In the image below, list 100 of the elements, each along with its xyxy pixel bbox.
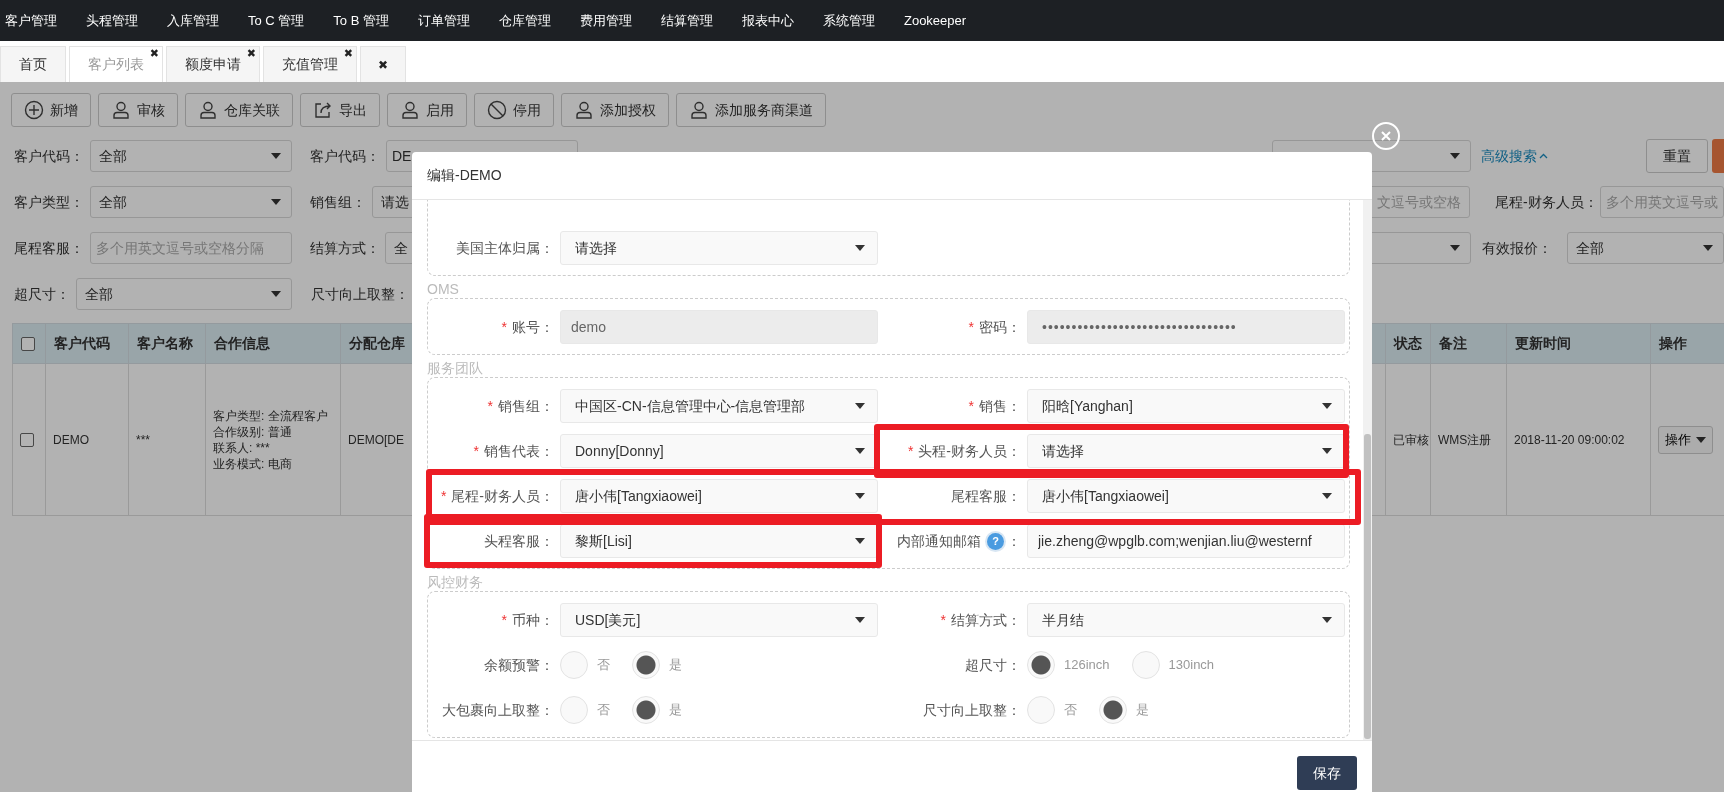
table-cell: 2018-11-20 09:00:02 [1514,432,1625,447]
nav-link[interactable]: 头程管理 [86,10,138,31]
tab[interactable]: 客户列表 ✖ [69,46,163,82]
ban-icon [487,100,507,120]
save-button[interactable]: 保存 [1297,756,1357,790]
radio-button[interactable] [632,696,660,724]
reset-button[interactable]: 重置 [1646,139,1708,173]
chevron-up-icon [1539,153,1548,159]
caret-icon [855,617,865,623]
checkbox[interactable] [21,337,35,352]
field-label: 尺寸向上取整： [922,700,1021,720]
dropdown[interactable]: 黎斯[Lisi] [560,524,878,558]
dropdown[interactable]: 全部 [90,140,292,172]
tab[interactable]: 首页 [0,46,66,82]
radio-button[interactable] [1027,696,1055,724]
person-icon [198,100,218,120]
nav-link[interactable]: 费用管理 [579,10,632,31]
table-cell: *** [136,432,150,447]
close-icon[interactable]: ✖ [343,48,353,59]
radio-button[interactable] [1099,696,1127,724]
table-cell: 已审核 [1393,432,1429,447]
info-line: 客户类型: 全流程客户 [213,407,329,424]
radio-button[interactable] [560,651,588,679]
dropdown[interactable]: 阳晗[Yanghan] [1027,389,1345,423]
table-cell: DEMO[DE [348,432,404,447]
nav-link[interactable]: 报表中心 [741,10,794,31]
radio-button[interactable] [560,696,588,724]
nav-link[interactable]: Zookeeper [903,10,967,31]
option-label: 否 [597,656,610,675]
toolbar-button[interactable]: 停用 [474,93,554,127]
toolbar-button[interactable]: 添加服务商渠道 [676,93,826,127]
dropdown[interactable]: 请选择 [560,231,878,265]
toolbar-button[interactable]: 新增 [11,93,91,127]
nav-link[interactable]: 客户管理 [5,10,57,31]
action-menu-button[interactable]: 操作 [1658,425,1713,454]
table-cell: WMS注册 [1438,432,1492,447]
caret-icon [1322,448,1332,454]
table-cell: DEMO [53,432,89,447]
plus-circle-icon [24,100,44,120]
radio-button[interactable] [1027,651,1055,679]
close-icon[interactable]: ✖ [149,48,159,59]
field-label: * 尾程-财务人员： [439,486,554,506]
column-header: 备注 [1439,335,1467,351]
nav-link[interactable]: To C 管理 [248,10,305,31]
option-label: 否 [597,701,610,720]
text-field[interactable]: 多个用英文逗号或 [1600,186,1724,218]
modal-title: 编辑-DEMO [427,166,502,185]
close-tabs-button[interactable]: ✖ [360,46,407,82]
toolbar-button[interactable]: 审核 [98,93,178,127]
info-line: 联系人: *** [213,439,271,456]
tab[interactable]: 充值管理 ✖ [263,46,357,82]
nav-link[interactable]: 仓库管理 [498,10,551,31]
filter-label: 尾程-财务人员： [1495,192,1599,212]
section-title: OMS [427,280,460,298]
caret-icon [855,403,865,409]
person-icon [574,100,594,120]
tab[interactable]: 额度申请 ✖ [166,46,260,82]
dropdown[interactable]: 半月结 [1027,603,1345,637]
field-label: ： [1007,531,1021,551]
dropdown[interactable]: 全部 [76,278,292,310]
toolbar-button[interactable]: 添加授权 [561,93,669,127]
field-label: * 账号： [500,317,554,337]
nav-link[interactable]: 订单管理 [417,10,470,31]
nav-link[interactable]: 系统管理 [822,10,875,31]
caret-icon [855,448,865,454]
field-label: * 币种： [500,610,554,630]
column-header: 操作 [1659,335,1687,351]
close-icon[interactable] [1371,121,1401,151]
dropdown[interactable]: 全部 [1567,232,1724,264]
column-header: 状态 [1394,335,1422,351]
field-label: 余额预警： [483,655,554,675]
dropdown[interactable]: USD[美元] [560,603,878,637]
close-icon[interactable]: ✖ [246,48,256,59]
toolbar-button[interactable]: 仓库关联 [185,93,293,127]
toolbar-button[interactable]: 导出 [300,93,380,127]
caret-icon [271,153,281,159]
radio-button[interactable] [632,651,660,679]
field-label: * 销售： [967,396,1021,416]
dropdown[interactable]: 唐小伟[Tangxiaowei] [560,479,878,513]
caret-icon [855,538,865,544]
nav-link[interactable]: 结算管理 [660,10,713,31]
field-label: 内部通知邮箱 [897,531,981,551]
nav-link[interactable]: 入库管理 [167,10,219,31]
text-field[interactable]: jie.zheng@wpglb.com;wenjian.liu@westernf [1027,524,1345,558]
toolbar-button[interactable]: 启用 [387,93,467,127]
radio-button[interactable] [1131,651,1160,679]
dropdown[interactable]: 请选择 [1027,434,1345,468]
text-field[interactable]: 多个用英文逗号或空格分隔 [90,232,292,264]
dropdown[interactable]: 中国区-CN-信息管理中心-信息管理部 [560,389,878,423]
scrollbar-thumb[interactable] [1364,434,1371,739]
section-title: 风控财务 [427,573,484,591]
checkbox[interactable] [20,433,34,448]
info-line: 业务模式: 电商 [213,455,293,472]
field-label: * 销售代表： [472,441,554,461]
filter-label: 超尺寸： [14,284,71,304]
field-label: * 密码： [967,317,1021,337]
dropdown[interactable]: 唐小伟[Tangxiaowei] [1027,479,1345,513]
dropdown[interactable]: 全部 [90,186,292,218]
nav-link[interactable]: To B 管理 [333,10,389,31]
scrollbar[interactable] [1363,200,1372,740]
